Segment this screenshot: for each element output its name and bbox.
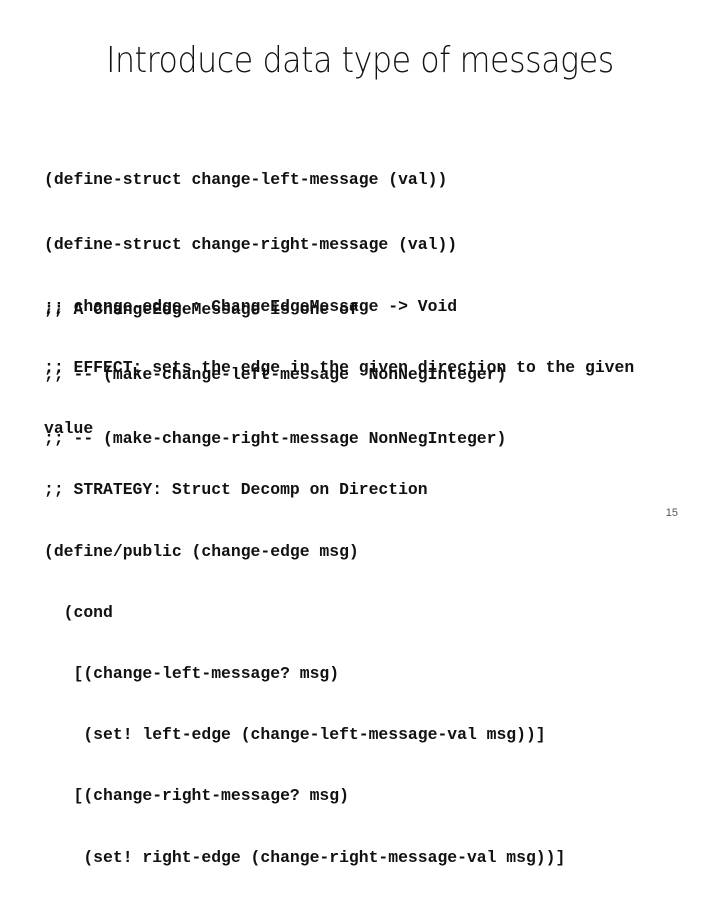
code-line: [(change-right-message? msg) — [44, 786, 349, 806]
code-line: (define-struct change-right-message (val… — [44, 234, 458, 254]
page-number: 15 — [665, 507, 678, 519]
code-line: [(change-left-message? msg) — [44, 664, 340, 684]
change-edge-method-code-block: ;; change-edge : ChangeEdgeMessage -> Vo… — [44, 256, 634, 909]
code-line: (cond — [44, 602, 113, 622]
slide-title: Introduce data type of messages — [106, 40, 614, 81]
code-line: ;; STRATEGY: Struct Decomp on Direction — [44, 480, 428, 500]
code-line: ;; change-edge : ChangeEdgeMessage -> Vo… — [44, 296, 458, 316]
code-line: (set! left-edge (change-left-message-val… — [44, 725, 546, 745]
code-line: (define-struct change-left-message (val)… — [44, 170, 448, 190]
code-line: value — [44, 419, 94, 439]
code-line: (define/public (change-edge msg) — [44, 541, 359, 561]
code-line: ;; EFFECT: sets the edge in the given di… — [44, 358, 635, 378]
code-line: (set! right-edge (change-right-message-v… — [44, 847, 566, 867]
